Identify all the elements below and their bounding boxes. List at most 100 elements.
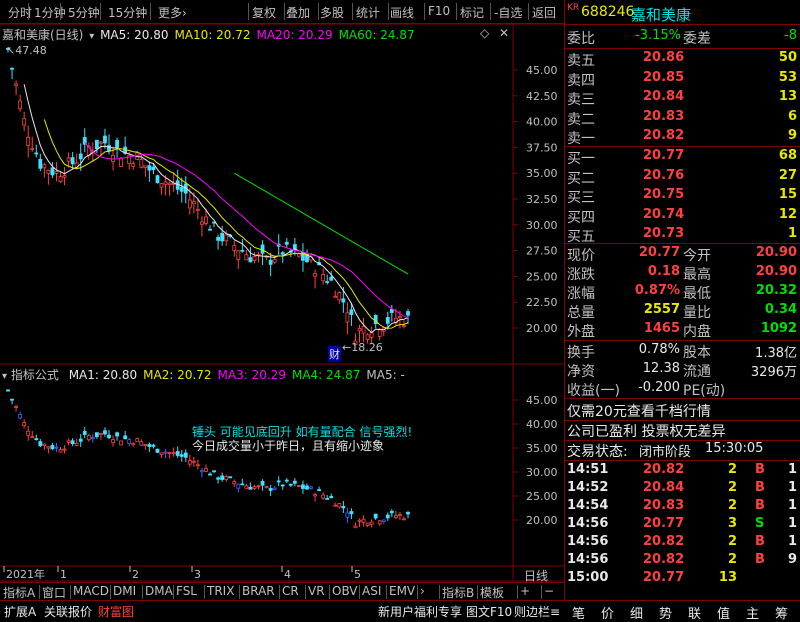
candle-body — [179, 187, 184, 192]
toolbar-tab-2[interactable]: 5分钟 — [68, 4, 100, 21]
bottom-right-tab-0[interactable]: 笔 — [572, 603, 585, 622]
indicator-body — [321, 494, 326, 499]
divider — [565, 398, 800, 399]
status-value: 闭市阶段 — [639, 445, 692, 460]
chevron-down-icon[interactable]: ▾ — [2, 371, 7, 382]
bottom-mid-tab-0[interactable]: 新用户福利专享 — [378, 603, 462, 620]
volume-message: 今日成交量小于昨日，且有缩小迹象 — [192, 439, 385, 453]
indicator-tab-2[interactable]: MACD — [73, 584, 109, 598]
toolbar-separator — [318, 3, 319, 20]
bottom-right-tab-7[interactable]: 筹 — [775, 603, 788, 622]
toolbar-button-1[interactable]: 叠加 — [286, 4, 310, 21]
indicator-body — [297, 485, 301, 487]
tick-price: 20.82 — [643, 534, 685, 549]
weibi-value: -3.15% — [635, 28, 681, 43]
indicator-body — [349, 511, 354, 515]
bottom-right-tab-3[interactable]: 势 — [659, 603, 672, 622]
toolbar-button-8[interactable]: 返回 — [532, 4, 556, 21]
bottom-left-tab-0[interactable]: 扩展A — [4, 603, 36, 620]
toolbar-button-7[interactable]: -自选 — [494, 4, 522, 21]
bottom-right-tab-4[interactable]: 联 — [688, 603, 701, 622]
stock-code: 688246 — [581, 4, 635, 20]
financial-report-marker[interactable]: 财 — [328, 346, 341, 362]
toolbar-separator — [352, 3, 353, 20]
indicator-body — [38, 441, 43, 447]
indicator-tab-10[interactable]: OBV — [332, 584, 358, 598]
divider — [565, 340, 800, 341]
candle-body — [159, 183, 164, 188]
candle-body — [248, 257, 253, 263]
divider — [565, 48, 800, 49]
toolbar-button-5[interactable]: F10 — [428, 4, 450, 18]
indicator-tab-13[interactable]: › — [420, 584, 425, 598]
indicator-body — [200, 470, 204, 473]
chart-area[interactable]: 45.00 42.50 40.00 37.50 35.00 32.50 30.00 27.50… — [0, 24, 564, 582]
bottom-right-tab-2[interactable]: 细 — [630, 603, 643, 622]
tick-side: B — [755, 534, 765, 549]
indicator-body — [179, 454, 184, 457]
toolbar-tab-4[interactable]: 更多› — [158, 4, 187, 21]
indicator-tab-4[interactable]: DMA — [145, 584, 173, 598]
indicator-tab-17[interactable]: − — [544, 584, 554, 598]
bottom-mid-tab-1[interactable]: 图文F10 — [466, 603, 512, 620]
stock-name[interactable]: 嘉和美康 — [631, 4, 691, 25]
bottom-right-tab-1[interactable]: 价 — [601, 603, 614, 622]
close-icon[interactable]: ✕ — [499, 26, 509, 40]
notice-upgrade[interactable]: 仅需20元查看千档行情 — [567, 401, 711, 421]
indicator-body — [135, 438, 140, 443]
indicator-tab-0[interactable]: 指标A — [3, 584, 35, 601]
indicator-body — [103, 430, 107, 435]
indicator-tab-12[interactable]: EMV — [389, 584, 415, 598]
y-tick-label: 35.00 — [526, 442, 558, 455]
toolbar-separator — [100, 3, 101, 20]
toolbar-tab-3[interactable]: 15分钟 — [108, 4, 147, 21]
indicator-ma-label-1: MA2: 20.72 — [143, 368, 212, 382]
bid-label: 买二 — [567, 170, 595, 187]
bottom-right-tab-6[interactable]: 主 — [746, 603, 759, 622]
toolbar-separator — [490, 3, 491, 20]
indicator-tab-16[interactable]: + — [520, 584, 530, 598]
candle-body — [398, 316, 402, 319]
stat-value: 20.90 — [755, 264, 797, 279]
candle-body — [220, 232, 225, 242]
bottom-left-tab-2[interactable]: 财富图 — [98, 603, 134, 620]
tick-row: 14:51 20.82 2 B 1 — [565, 462, 800, 482]
toolbar-button-0[interactable]: 复权 — [252, 4, 276, 21]
indicator-tab-11[interactable]: ASI — [362, 584, 381, 598]
bottom-left-tab-1[interactable]: 关联报价 — [44, 603, 92, 620]
toolbar-button-6[interactable]: 标记 — [460, 4, 484, 21]
ma-label-2: MA20: 20.29 — [256, 28, 333, 42]
chevron-down-icon[interactable]: ▾ — [89, 31, 94, 42]
indicator-tab-3[interactable]: DMI — [113, 584, 136, 598]
stat-row: 外盘 1465 内盘 1092 — [565, 321, 800, 341]
candle-body — [147, 165, 152, 171]
indicator-tab-14[interactable]: 指标B — [442, 584, 474, 601]
stat-label: 现价 — [567, 248, 595, 264]
indicator-tab-6[interactable]: TRIX — [207, 584, 234, 598]
stat-row: 涨幅 0.87% 最低 20.32 — [565, 283, 800, 303]
stat-value: 20.32 — [755, 283, 797, 298]
bottom-mid-tab-2[interactable]: 则边栏≡ — [514, 603, 560, 620]
tick-price: 20.77 — [643, 570, 685, 585]
ma-label-0: MA5: 20.80 — [100, 28, 169, 42]
diamond-icon[interactable]: ◇ — [480, 26, 489, 40]
toolbar-button-4[interactable]: 画线 — [390, 4, 414, 21]
indicator-tab-15[interactable]: 模板 — [480, 584, 504, 601]
indicator-tab-7[interactable]: BRAR — [242, 584, 275, 598]
indicator-tab-5[interactable]: FSL — [176, 584, 197, 598]
toolbar-button-2[interactable]: 多股 — [320, 4, 344, 21]
tick-row: 15:00 20.77 13 — [565, 570, 800, 590]
indicator-tab-1[interactable]: 窗口 — [42, 584, 66, 601]
toolbar-button-3[interactable]: 统计 — [356, 4, 380, 21]
bottom-right-tab-5[interactable]: 值 — [717, 603, 730, 622]
stat-value: 2557 — [643, 302, 680, 317]
indicator-tab-8[interactable]: CR — [282, 584, 299, 598]
tab-separator — [541, 585, 542, 599]
ask-price: 20.82 — [643, 128, 685, 143]
tab-separator — [359, 585, 360, 599]
candle-body — [297, 253, 301, 257]
y-tick-label: 42.50 — [526, 90, 558, 103]
stat2-row: 收益(一) -0.200 PE(动) — [565, 380, 800, 400]
indicator-tab-9[interactable]: VR — [308, 584, 325, 598]
candle-body — [26, 136, 31, 147]
